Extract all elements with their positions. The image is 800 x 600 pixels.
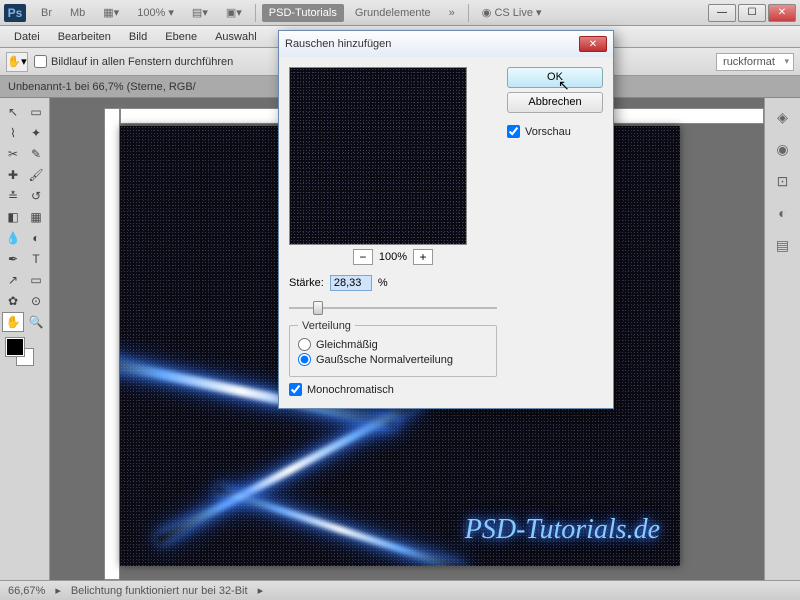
move-tool-icon[interactable]: ↖	[2, 102, 24, 122]
toolbox: ↖ ▭ ⌇ ✦ ✂ ✎ ✚ 🖌 ≛ ↺ ◧ ▦ 💧 ◐ ✒ T ↗ ▭ ✿ ⊙ …	[0, 98, 50, 580]
lasso-tool-icon[interactable]: ⌇	[2, 123, 24, 143]
zoom-in-button[interactable]: +	[413, 249, 433, 265]
menu-auswahl[interactable]: Auswahl	[207, 29, 265, 45]
menu-datei[interactable]: Datei	[6, 29, 48, 45]
eyedropper-tool-icon[interactable]: ✎	[25, 144, 47, 164]
dialog-titlebar[interactable]: Rauschen hinzufügen ✕	[279, 31, 613, 57]
print-format-dropdown[interactable]: ruckformat	[716, 53, 794, 71]
workspace-more-icon[interactable]: »	[442, 4, 462, 22]
ruler-vertical	[104, 108, 120, 580]
history-panel-icon[interactable]: ▤	[771, 234, 795, 256]
preview-checkbox[interactable]: Vorschau	[507, 125, 603, 138]
monochromatic-checkbox[interactable]: Monochromatisch	[289, 383, 497, 396]
cancel-button[interactable]: Abbrechen	[507, 92, 603, 113]
status-zoom[interactable]: 66,67%	[8, 585, 45, 597]
amount-slider[interactable]	[289, 299, 497, 317]
history-brush-tool-icon[interactable]: ↺	[25, 186, 47, 206]
menu-bild[interactable]: Bild	[121, 29, 155, 45]
pen-tool-icon[interactable]: ✒	[2, 249, 24, 269]
statusbar: 66,67% ▸ Belichtung funktioniert nur bei…	[0, 580, 800, 600]
adjustments-panel-icon[interactable]: ◐	[771, 202, 795, 224]
crop-tool-icon[interactable]: ✂	[2, 144, 24, 164]
wand-tool-icon[interactable]: ✦	[25, 123, 47, 143]
3d-tool-icon[interactable]: ✿	[2, 291, 24, 311]
status-message: Belichtung funktioniert nur bei 32-Bit	[71, 585, 248, 597]
hand-tool-preset-icon[interactable]: ✋▾	[6, 52, 28, 72]
watermark-text: PSD-Tutorials.de	[465, 514, 660, 546]
gradient-tool-icon[interactable]: ▦	[25, 207, 47, 227]
scroll-all-windows-label: Bildlauf in allen Fenstern durchführen	[51, 56, 233, 68]
distribution-legend: Verteilung	[298, 320, 355, 332]
status-chevron-icon[interactable]: ▸	[55, 584, 61, 597]
minimize-button[interactable]: —	[708, 4, 736, 22]
color-swatches[interactable]	[2, 338, 47, 374]
add-noise-dialog: Rauschen hinzufügen ✕ − 100% + Stärke: %	[278, 30, 614, 409]
ok-button[interactable]: OK ↖	[507, 67, 603, 88]
channels-panel-icon[interactable]: ◉	[771, 138, 795, 160]
menu-ebene[interactable]: Ebene	[157, 29, 205, 45]
screen-mode-icon[interactable]: ▣▾	[219, 3, 249, 22]
foreground-swatch[interactable]	[6, 338, 24, 356]
distribution-uniform-radio[interactable]: Gleichmäßig	[298, 338, 488, 351]
type-tool-icon[interactable]: T	[25, 249, 47, 269]
brush-tool-icon[interactable]: 🖌	[25, 165, 47, 185]
dialog-title: Rauschen hinzufügen	[285, 38, 391, 50]
blur-tool-icon[interactable]: 💧	[2, 228, 24, 248]
paths-panel-icon[interactable]: ⊡	[771, 170, 795, 192]
zoom-tool-icon[interactable]: 🔍	[25, 312, 47, 332]
right-panel-dock: ◈ ◉ ⊡ ◐ ▤	[764, 98, 800, 580]
shape-tool-icon[interactable]: ▭	[25, 270, 47, 290]
hand-tool-icon[interactable]: ✋	[2, 312, 24, 332]
path-select-tool-icon[interactable]: ↗	[2, 270, 24, 290]
view-extras-icon[interactable]: ▦▾	[96, 3, 126, 22]
zoom-level[interactable]: 100% ▾	[130, 3, 181, 22]
dialog-close-button[interactable]: ✕	[579, 36, 607, 52]
workspace-tab-psd-tutorials[interactable]: PSD-Tutorials	[262, 4, 344, 22]
amount-input[interactable]	[330, 275, 372, 291]
dialog-preview[interactable]	[289, 67, 467, 245]
close-button[interactable]: ✕	[768, 4, 796, 22]
arrange-icon[interactable]: ▤▾	[185, 3, 215, 22]
distribution-gaussian-radio[interactable]: Gaußsche Normalverteilung	[298, 353, 488, 366]
distribution-group: Verteilung Gleichmäßig Gaußsche Normalve…	[289, 325, 497, 377]
dodge-tool-icon[interactable]: ◐	[25, 228, 47, 248]
amount-label: Stärke:	[289, 277, 324, 289]
slider-thumb[interactable]	[313, 301, 323, 315]
stamp-tool-icon[interactable]: ≛	[2, 186, 24, 206]
eraser-tool-icon[interactable]: ◧	[2, 207, 24, 227]
status-chevron-icon[interactable]: ▸	[258, 584, 264, 597]
layers-panel-icon[interactable]: ◈	[771, 106, 795, 128]
camera-tool-icon[interactable]: ⊙	[25, 291, 47, 311]
healing-tool-icon[interactable]: ✚	[2, 165, 24, 185]
scroll-all-windows-checkbox[interactable]: Bildlauf in allen Fenstern durchführen	[34, 55, 233, 68]
minibridge-button[interactable]: Mb	[63, 4, 92, 22]
bridge-button[interactable]: Br	[34, 4, 59, 22]
maximize-button[interactable]: ☐	[738, 4, 766, 22]
amount-unit: %	[378, 277, 388, 289]
workspace-tab-grundelemente[interactable]: Grundelemente	[348, 4, 438, 22]
cslive-button[interactable]: ◉ CS Live ▾	[475, 3, 549, 22]
app-titlebar: Ps Br Mb ▦▾ 100% ▾ ▤▾ ▣▾ PSD-Tutorials G…	[0, 0, 800, 26]
zoom-out-button[interactable]: −	[353, 249, 373, 265]
preview-zoom-label: 100%	[379, 251, 407, 263]
app-logo-icon: Ps	[4, 4, 26, 22]
marquee-tool-icon[interactable]: ▭	[25, 102, 47, 122]
menu-bearbeiten[interactable]: Bearbeiten	[50, 29, 119, 45]
